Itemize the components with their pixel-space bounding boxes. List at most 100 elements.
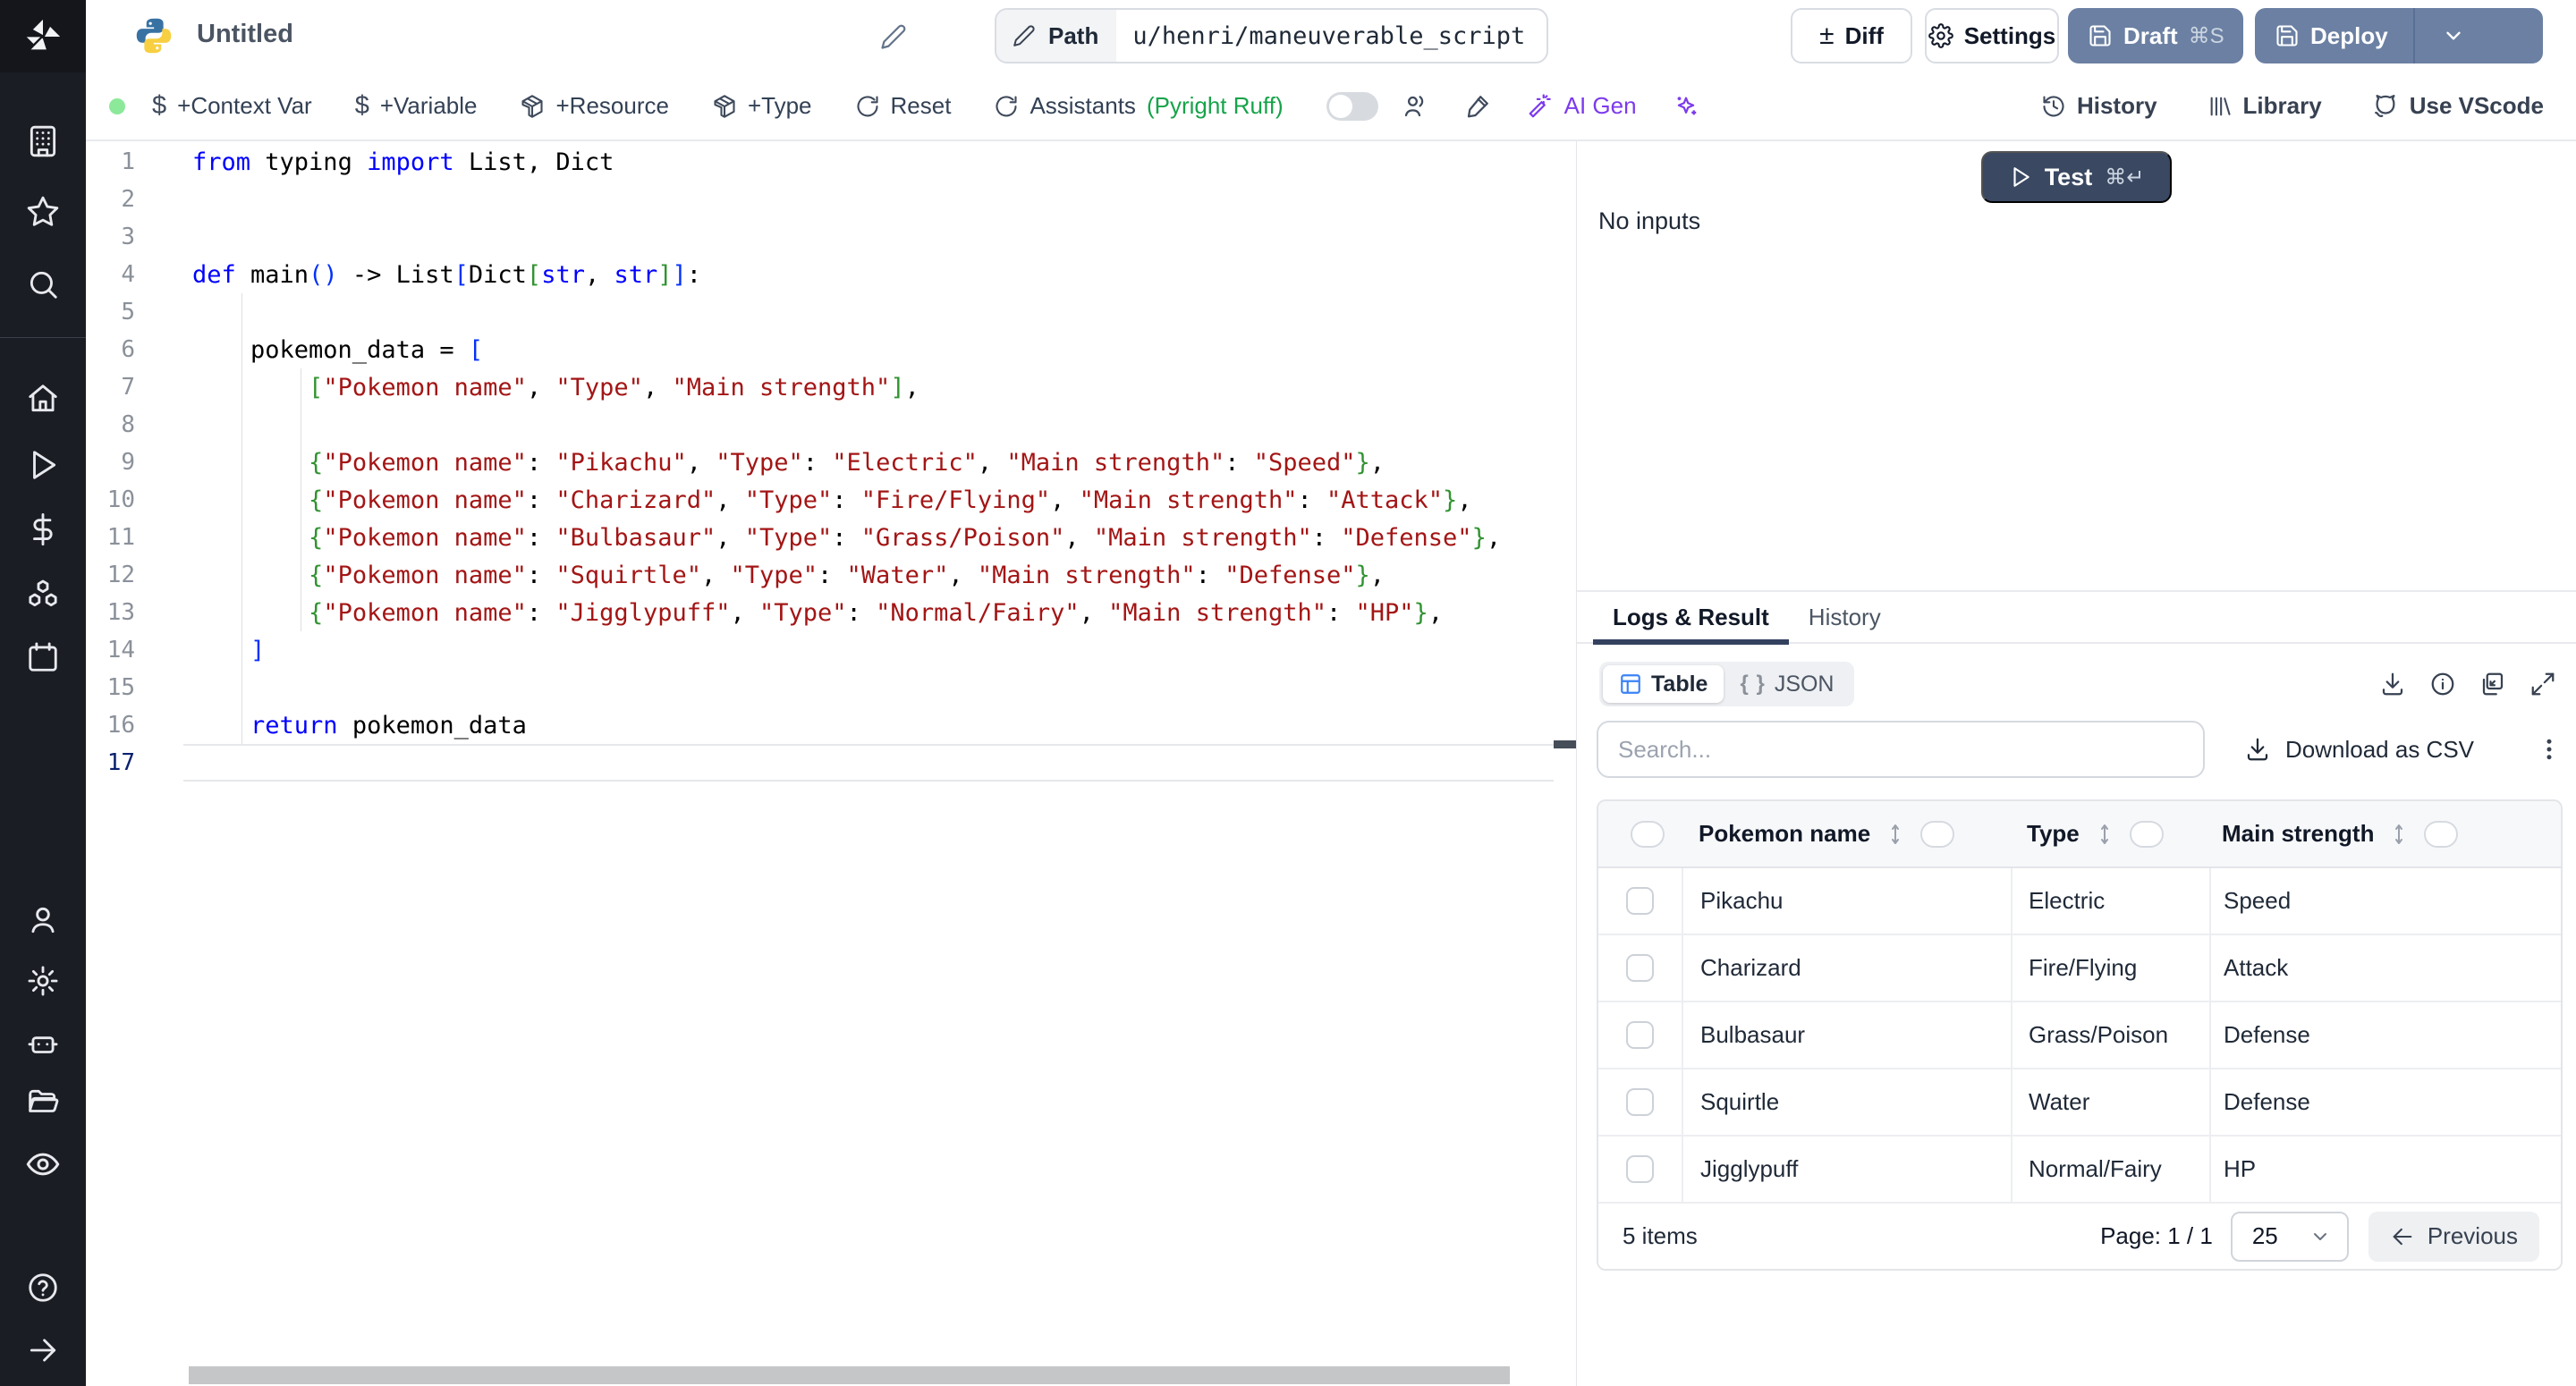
test-run-button[interactable]: Test ⌘↵ <box>1981 151 2172 203</box>
draft-shortcut: ⌘S <box>2189 23 2224 49</box>
table-cell: Attack <box>2224 954 2288 982</box>
results-tabs: Logs & Result History <box>1577 592 2576 644</box>
code-lines: 1from typing import List, Dict234def mai… <box>86 141 1576 782</box>
library-icon <box>2207 94 2233 119</box>
draft-button[interactable]: Draft ⌘S <box>2068 8 2243 63</box>
code-line[interactable]: 4def main() -> List[Dict[str, str]]: <box>86 256 1576 293</box>
column-pin-toggle[interactable] <box>2424 821 2458 848</box>
audit-eye-icon[interactable] <box>23 1145 63 1184</box>
settings-gear-icon[interactable] <box>23 961 63 1001</box>
code-line[interactable]: 2 <box>86 181 1576 218</box>
path-value[interactable]: u/henri/maneuverable_script <box>1116 10 1546 62</box>
schedules-icon[interactable] <box>23 638 63 677</box>
table-row[interactable]: PikachuElectricSpeed <box>1598 868 2561 935</box>
table-row[interactable]: BulbasaurGrass/PoisonDefense <box>1598 1002 2561 1069</box>
code-line[interactable]: 8 <box>86 406 1576 444</box>
folders-icon[interactable] <box>23 1083 63 1122</box>
result-search-input[interactable] <box>1597 721 2205 778</box>
home-icon[interactable] <box>23 379 63 418</box>
favorites-star-icon[interactable] <box>23 192 63 232</box>
workers-bot-icon[interactable] <box>23 1024 63 1063</box>
table-cell: Pikachu <box>1700 887 1784 915</box>
code-line[interactable]: 1from typing import List, Dict <box>86 143 1576 181</box>
sort-icon[interactable] <box>2388 823 2410 846</box>
editor-horizontal-scrollbar[interactable] <box>189 1366 1510 1384</box>
deploy-dropdown-chevron-icon[interactable] <box>2426 24 2481 47</box>
add-context-var-button[interactable]: $ +Context Var <box>152 91 312 121</box>
code-line[interactable]: 6 pokemon_data = [ <box>86 331 1576 368</box>
code-line[interactable]: 10 {"Pokemon name": "Charizard", "Type":… <box>86 481 1576 519</box>
code-line[interactable]: 11 {"Pokemon name": "Bulbasaur", "Type":… <box>86 519 1576 556</box>
add-resource-button[interactable]: +Resource <box>520 92 668 120</box>
code-text: {"Pokemon name": "Bulbasaur", "Type": "G… <box>135 524 1501 552</box>
tab-history[interactable]: History <box>1789 591 1901 643</box>
settings-button[interactable]: Settings <box>1925 8 2059 63</box>
table-row[interactable]: JigglypuffNormal/FairyHP <box>1598 1137 2561 1204</box>
page-size-select[interactable]: 25 <box>2231 1212 2349 1262</box>
column-header-pokemon-name[interactable]: Pokemon name <box>1699 820 1870 848</box>
view-json-option[interactable]: { } JSON <box>1724 665 1850 703</box>
code-editor[interactable]: 1from typing import List, Dict234def mai… <box>86 141 1576 1386</box>
sort-icon[interactable] <box>1885 823 1906 846</box>
code-line[interactable]: 16 return pokemon_data <box>86 706 1576 744</box>
code-line[interactable]: 14 ] <box>86 631 1576 669</box>
info-icon[interactable] <box>2429 671 2456 697</box>
add-type-button[interactable]: +Type <box>712 92 812 120</box>
multiplayer-toggle[interactable] <box>1326 92 1378 121</box>
code-line[interactable]: 7 ["Pokemon name", "Type", "Main strengt… <box>86 368 1576 406</box>
reset-button[interactable]: Reset <box>855 92 952 120</box>
ai-gen-button[interactable]: AI Gen <box>1527 92 1637 120</box>
column-pin-toggle[interactable] <box>2130 821 2164 848</box>
table-controls-row: Download as CSV <box>1597 721 2563 778</box>
path-field[interactable]: Path u/henri/maneuverable_script <box>995 8 1548 63</box>
sort-icon[interactable] <box>2094 823 2115 846</box>
variables-icon[interactable] <box>23 510 63 549</box>
edit-title-pencil-icon[interactable] <box>880 23 907 50</box>
resources-icon[interactable] <box>23 575 63 614</box>
previous-page-button[interactable]: Previous <box>2368 1212 2539 1262</box>
diff-button[interactable]: ± Diff <box>1791 8 1912 63</box>
format-brush-button[interactable] <box>1464 93 1491 120</box>
search-icon[interactable] <box>23 265 63 304</box>
table-menu-kebab-icon[interactable] <box>2536 736 2563 763</box>
use-vscode-button[interactable]: Use VScode <box>2372 92 2544 120</box>
users-icon[interactable] <box>23 900 63 940</box>
select-all-toggle[interactable] <box>1631 821 1665 848</box>
table-row[interactable]: CharizardFire/FlyingAttack <box>1598 935 2561 1002</box>
code-line[interactable]: 5 <box>86 293 1576 331</box>
copy-result-icon[interactable] <box>2479 671 2506 697</box>
download-csv-button[interactable]: Download as CSV <box>2244 736 2474 764</box>
ai-sparkles-button[interactable] <box>1673 93 1699 120</box>
download-result-icon[interactable] <box>2379 671 2406 697</box>
column-header-main-strength[interactable]: Main strength <box>2222 820 2374 848</box>
code-text: {"Pokemon name": "Charizard", "Type": "F… <box>135 486 1472 514</box>
code-line[interactable]: 15 <box>86 669 1576 706</box>
column-header-type[interactable]: Type <box>2027 820 2080 848</box>
code-line[interactable]: 17 <box>86 744 1576 782</box>
code-line[interactable]: 12 {"Pokemon name": "Squirtle", "Type": … <box>86 556 1576 594</box>
code-line[interactable]: 13 {"Pokemon name": "Jigglypuff", "Type"… <box>86 594 1576 631</box>
library-button[interactable]: Library <box>2207 92 2322 120</box>
row-checkbox[interactable] <box>1626 1021 1654 1049</box>
tab-logs-result[interactable]: Logs & Result <box>1593 591 1789 643</box>
code-line[interactable]: 3 <box>86 218 1576 256</box>
row-checkbox[interactable] <box>1626 887 1654 915</box>
dollar-icon: $ <box>355 91 369 121</box>
row-checkbox[interactable] <box>1626 1155 1654 1183</box>
expand-result-icon[interactable] <box>2529 671 2556 697</box>
code-line[interactable]: 9 {"Pokemon name": "Pikachu", "Type": "E… <box>86 444 1576 481</box>
view-table-option[interactable]: Table <box>1603 665 1724 703</box>
expand-sidebar-arrow-icon[interactable] <box>23 1331 63 1370</box>
table-row[interactable]: SquirtleWaterDefense <box>1598 1069 2561 1137</box>
assistants-button[interactable]: Assistants (Pyright Ruff) <box>994 92 1283 120</box>
deploy-button[interactable]: Deploy <box>2255 8 2543 63</box>
row-checkbox[interactable] <box>1626 1088 1654 1116</box>
runs-icon[interactable] <box>23 445 63 485</box>
windmill-logo[interactable] <box>0 0 86 72</box>
workspace-icon[interactable] <box>23 122 63 161</box>
add-variable-button[interactable]: $ +Variable <box>355 91 478 121</box>
row-checkbox[interactable] <box>1626 954 1654 982</box>
history-button[interactable]: History <box>2041 92 2157 120</box>
help-icon[interactable] <box>23 1268 63 1307</box>
column-pin-toggle[interactable] <box>1920 821 1954 848</box>
